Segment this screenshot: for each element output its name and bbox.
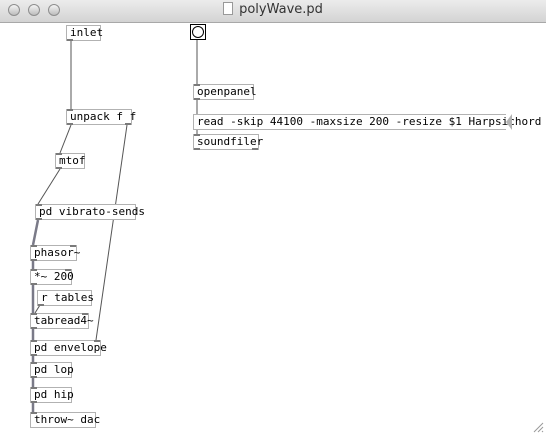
object-soundfiler[interactable]: soundfiler — [193, 134, 263, 150]
bang-circle-icon — [192, 26, 204, 38]
object-envelope-label: pd envelope — [34, 341, 107, 354]
object-phasor-label: phasor~ — [34, 246, 81, 259]
wire-unpack-mtof — [59, 124, 72, 154]
object-multiply[interactable]: *~ 200 — [30, 269, 74, 285]
bang-button[interactable] — [190, 24, 206, 40]
wire-rtables-tabread — [34, 304, 41, 314]
message-read[interactable]: read -skip 44100 -maxsize 200 -resize $1… — [193, 114, 541, 130]
inlet-right[interactable] — [65, 269, 71, 271]
object-tabread4-label: tabread4~ — [34, 314, 94, 327]
inlet-left[interactable] — [31, 269, 37, 271]
object-throw-label: throw~ dac — [34, 413, 101, 426]
resize-grip-icon[interactable] — [532, 421, 544, 433]
inlet[interactable] — [194, 134, 200, 136]
inlet[interactable] — [31, 362, 37, 364]
object-soundfiler-label: soundfiler — [197, 135, 264, 148]
outlet[interactable] — [31, 327, 37, 329]
inlet[interactable] — [56, 153, 62, 155]
inlet[interactable] — [31, 412, 37, 414]
object-inlet-label: inlet — [70, 26, 104, 39]
outlet[interactable] — [56, 167, 62, 169]
object-openpanel-label: openpanel — [197, 85, 257, 98]
object-hip-label: pd hip — [34, 388, 74, 401]
outlet[interactable] — [31, 259, 37, 261]
outlet[interactable] — [31, 283, 37, 285]
patch-canvas[interactable]: inlet unpack f f mtof pd vibrato-sends p… — [0, 23, 546, 435]
patch-connections — [31, 40, 198, 412]
window-title-text: polyWave.pd — [239, 2, 323, 17]
inlet-left[interactable] — [31, 340, 37, 342]
object-lop-label: pd lop — [34, 363, 74, 376]
inlet-left[interactable] — [31, 245, 37, 247]
title-bar: polyWave.pd — [0, 0, 546, 23]
inlet-right[interactable] — [70, 245, 76, 247]
inlet-left[interactable] — [31, 313, 37, 315]
inlet[interactable] — [31, 387, 37, 389]
outlet-right[interactable] — [252, 148, 258, 150]
object-openpanel[interactable]: openpanel — [193, 84, 257, 100]
object-unpack[interactable]: unpack f f — [66, 109, 136, 125]
signal-wire-vibrato-phasor — [31, 219, 40, 246]
outlet-right[interactable] — [125, 123, 131, 125]
window-title: polyWave.pd — [0, 2, 546, 17]
outlet[interactable] — [31, 376, 37, 378]
inlet-right[interactable] — [94, 340, 100, 342]
wire-mtof-vibrato — [37, 168, 61, 205]
outlet[interactable] — [36, 218, 42, 220]
outlet[interactable] — [67, 39, 73, 41]
document-icon — [223, 2, 234, 15]
object-mtof-label: mtof — [59, 154, 86, 167]
object-multiply-label: *~ 200 — [34, 270, 74, 283]
object-mtof[interactable]: mtof — [55, 153, 86, 169]
object-tabread4[interactable]: tabread4~ — [30, 313, 94, 329]
object-phasor[interactable]: phasor~ — [30, 245, 81, 261]
object-unpack-label: unpack f f — [70, 110, 137, 123]
object-throw-dac[interactable]: throw~ dac — [30, 412, 100, 428]
outlet[interactable] — [194, 98, 200, 100]
outlet[interactable] — [38, 304, 44, 306]
inlet[interactable] — [67, 109, 73, 111]
object-vibrato-sends[interactable]: pd vibrato-sends — [35, 204, 145, 220]
inlet[interactable] — [194, 84, 200, 86]
object-pd-envelope[interactable]: pd envelope — [30, 340, 107, 356]
outlet[interactable] — [31, 354, 37, 356]
outlet-left[interactable] — [67, 123, 73, 125]
message-read-label: read -skip 44100 -maxsize 200 -resize $1… — [197, 115, 542, 128]
object-inlet[interactable]: inlet — [66, 25, 104, 41]
object-r-tables-label: r tables — [41, 291, 94, 304]
object-r-tables[interactable]: r tables — [37, 290, 94, 306]
outlet-left[interactable] — [194, 148, 200, 150]
wire-unpack-envelope — [95, 124, 128, 341]
inlet[interactable] — [36, 204, 42, 206]
outlet[interactable] — [31, 401, 37, 403]
object-pd-lop[interactable]: pd lop — [30, 362, 74, 378]
object-vibrato-label: pd vibrato-sends — [39, 205, 145, 218]
object-pd-hip[interactable]: pd hip — [30, 387, 74, 403]
inlet-right[interactable] — [82, 313, 88, 315]
